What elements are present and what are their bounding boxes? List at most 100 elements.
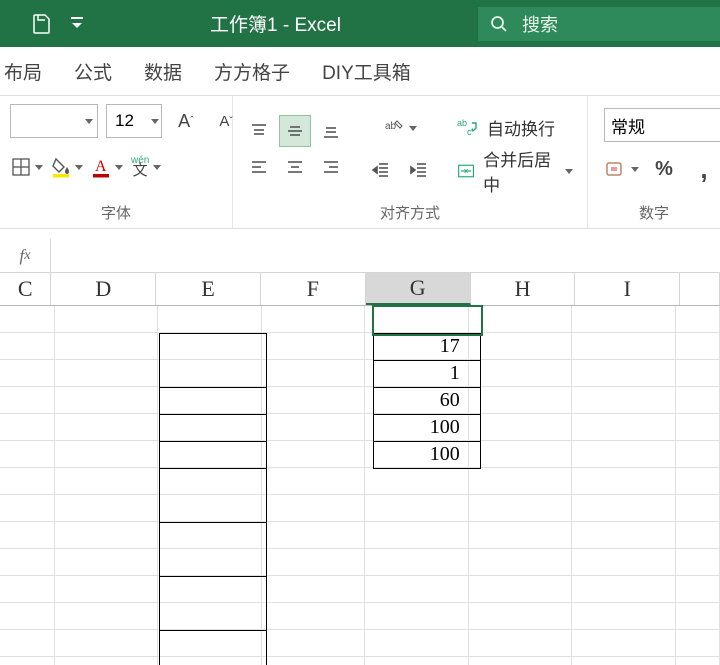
cell[interactable] bbox=[365, 549, 468, 576]
tab-diy[interactable]: DIY工具箱 bbox=[322, 58, 411, 85]
cell[interactable] bbox=[676, 441, 720, 468]
formula-input[interactable] bbox=[51, 239, 720, 272]
align-center-button[interactable] bbox=[279, 151, 311, 183]
cell[interactable] bbox=[158, 360, 261, 387]
cell[interactable] bbox=[469, 549, 572, 576]
cell[interactable] bbox=[262, 414, 365, 441]
cell[interactable] bbox=[365, 468, 468, 495]
cell[interactable] bbox=[0, 333, 55, 360]
cell[interactable] bbox=[469, 360, 572, 387]
cell[interactable] bbox=[0, 576, 55, 603]
cell[interactable] bbox=[676, 360, 720, 387]
cell[interactable] bbox=[55, 468, 158, 495]
cell[interactable] bbox=[365, 495, 468, 522]
col-header-c[interactable]: C bbox=[0, 273, 51, 305]
cell[interactable] bbox=[262, 306, 365, 333]
cell[interactable] bbox=[55, 414, 158, 441]
tab-data[interactable]: 数据 bbox=[144, 58, 182, 85]
cell[interactable] bbox=[469, 333, 572, 360]
fill-color-button[interactable] bbox=[50, 150, 84, 184]
cell[interactable] bbox=[0, 630, 55, 657]
cell[interactable] bbox=[158, 414, 261, 441]
cell[interactable] bbox=[55, 549, 158, 576]
cell[interactable] bbox=[0, 549, 55, 576]
cell[interactable] bbox=[365, 657, 468, 665]
cell[interactable] bbox=[262, 387, 365, 414]
cell[interactable] bbox=[572, 576, 675, 603]
cell[interactable] bbox=[158, 576, 261, 603]
cell[interactable] bbox=[676, 603, 720, 630]
cell[interactable] bbox=[158, 522, 261, 549]
merge-center-button[interactable]: 合并后居中 bbox=[453, 155, 577, 187]
cell[interactable] bbox=[469, 306, 572, 333]
tab-formula[interactable]: 公式 bbox=[74, 58, 112, 85]
wrap-text-button[interactable]: abc 自动换行 bbox=[453, 111, 577, 143]
cell[interactable] bbox=[55, 576, 158, 603]
align-left-button[interactable] bbox=[243, 151, 275, 183]
cell[interactable] bbox=[572, 360, 675, 387]
cell[interactable] bbox=[262, 495, 365, 522]
cell[interactable] bbox=[262, 603, 365, 630]
cell[interactable] bbox=[158, 441, 261, 468]
cell[interactable] bbox=[0, 603, 55, 630]
cell[interactable] bbox=[55, 522, 158, 549]
cell[interactable] bbox=[676, 306, 720, 333]
font-size-select[interactable]: 12 bbox=[106, 104, 162, 138]
cell[interactable] bbox=[469, 603, 572, 630]
cell[interactable] bbox=[469, 657, 572, 665]
cell[interactable] bbox=[158, 468, 261, 495]
cell[interactable]: 100 bbox=[365, 441, 468, 468]
customize-qat-icon[interactable] bbox=[66, 13, 88, 35]
col-header-j[interactable] bbox=[680, 273, 720, 305]
cell[interactable] bbox=[572, 657, 675, 665]
col-header-g[interactable]: G bbox=[366, 273, 471, 305]
col-header-e[interactable]: E bbox=[156, 273, 261, 305]
cell[interactable] bbox=[262, 630, 365, 657]
cell[interactable] bbox=[469, 495, 572, 522]
cell[interactable] bbox=[262, 360, 365, 387]
cell[interactable] bbox=[572, 414, 675, 441]
cell[interactable] bbox=[0, 387, 55, 414]
cell[interactable] bbox=[0, 468, 55, 495]
save-icon[interactable] bbox=[30, 13, 52, 35]
percent-button[interactable]: % bbox=[648, 152, 680, 186]
cell[interactable]: 60 bbox=[365, 387, 468, 414]
cell[interactable] bbox=[55, 657, 158, 665]
number-format-select[interactable] bbox=[604, 108, 720, 142]
cell[interactable] bbox=[469, 630, 572, 657]
cell[interactable] bbox=[55, 306, 158, 333]
cell[interactable] bbox=[158, 387, 261, 414]
col-header-i[interactable]: I bbox=[575, 273, 680, 305]
cell[interactable] bbox=[0, 495, 55, 522]
tab-layout[interactable]: 布局 bbox=[4, 58, 42, 85]
cell[interactable] bbox=[572, 495, 675, 522]
cell[interactable] bbox=[158, 495, 261, 522]
cell[interactable] bbox=[676, 630, 720, 657]
cell[interactable] bbox=[365, 306, 468, 333]
cell[interactable] bbox=[262, 441, 365, 468]
cell[interactable] bbox=[572, 333, 675, 360]
cell[interactable] bbox=[572, 549, 675, 576]
cell[interactable] bbox=[0, 522, 55, 549]
cell[interactable] bbox=[55, 387, 158, 414]
orientation-button[interactable]: ab bbox=[365, 111, 435, 145]
cell[interactable] bbox=[365, 630, 468, 657]
cell[interactable] bbox=[55, 441, 158, 468]
cell[interactable] bbox=[158, 603, 261, 630]
align-middle-button[interactable] bbox=[279, 115, 311, 147]
cell[interactable] bbox=[262, 522, 365, 549]
cell[interactable]: 1 bbox=[365, 360, 468, 387]
cell[interactable] bbox=[676, 522, 720, 549]
cell[interactable] bbox=[365, 603, 468, 630]
cell[interactable] bbox=[676, 576, 720, 603]
cell[interactable] bbox=[365, 576, 468, 603]
cell[interactable] bbox=[572, 306, 675, 333]
cell[interactable] bbox=[158, 657, 261, 665]
cell[interactable] bbox=[262, 333, 365, 360]
cell[interactable] bbox=[676, 549, 720, 576]
cell[interactable] bbox=[676, 387, 720, 414]
cell[interactable] bbox=[365, 522, 468, 549]
cell[interactable] bbox=[0, 306, 55, 333]
cell[interactable] bbox=[55, 630, 158, 657]
cell[interactable] bbox=[676, 333, 720, 360]
